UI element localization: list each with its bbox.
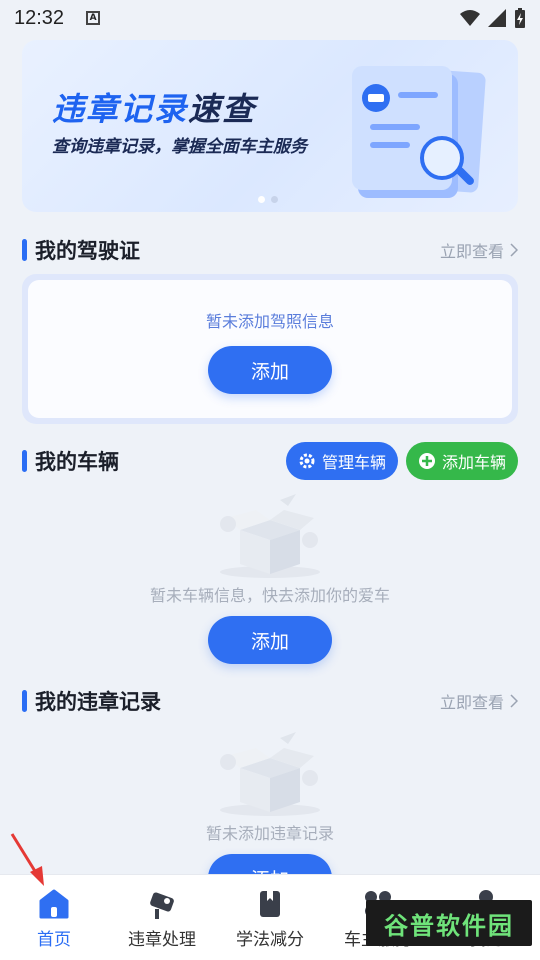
violation-section-title: 我的违章记录 <box>35 690 161 714</box>
license-empty-text: 暂未添加驾照信息 <box>205 312 334 331</box>
manage-vehicles-button[interactable]: 管理车辆 <box>285 442 398 480</box>
vehicle-empty-state: 暂未车辆信息，快去添加你的爱车 添加 <box>0 490 540 664</box>
status-time: 12:32 <box>14 6 65 29</box>
add-license-button[interactable]: 添加 <box>208 346 332 394</box>
banner-title-blue: 违章记录 <box>52 90 189 128</box>
home-icon <box>39 889 69 919</box>
manage-vehicles-label: 管理车辆 <box>321 453 386 472</box>
banner-pagination <box>258 196 278 203</box>
tab-home-label: 首页 <box>37 930 71 950</box>
banner-subtitle: 查询违章记录，掌握全面车主服务 <box>52 137 307 157</box>
gear-icon <box>299 453 315 469</box>
vehicle-actions: 管理车辆 添加车辆 <box>285 442 518 480</box>
license-card-inner: 暂未添加驾照信息 添加 <box>28 280 512 418</box>
violation-section-header: 我的违章记录 立即查看 <box>22 686 518 716</box>
add-vehicle-button[interactable]: 添加 <box>208 616 332 664</box>
add-vehicle-top-button[interactable]: 添加车辆 <box>405 442 518 480</box>
document-search-illustration-icon <box>352 66 486 198</box>
license-section-title: 我的驾驶证 <box>35 239 140 263</box>
banner-title: 违章记录速查 <box>52 84 256 130</box>
tab-study-law-label: 学法减分 <box>236 930 304 950</box>
violation-empty-text: 暂未添加违章记录 <box>205 824 334 843</box>
banner-title-dark: 速查 <box>188 90 257 128</box>
section-accent-bar <box>22 690 27 712</box>
annotation-arrow-icon <box>10 833 44 886</box>
watermark-logo: 谷普软件园 <box>366 900 532 946</box>
tab-violation-handling[interactable]: 违章处理 <box>108 875 216 960</box>
chevron-right-icon <box>510 694 518 708</box>
vehicle-section-title: 我的车辆 <box>35 450 119 474</box>
book-icon <box>260 891 280 917</box>
status-icons <box>460 8 526 28</box>
promo-banner[interactable]: 违章记录速查 查询违章记录，掌握全面车主服务 <box>22 40 518 212</box>
violation-view-more-link[interactable]: 立即查看 <box>440 689 518 713</box>
tab-study-law[interactable]: 学法减分 <box>216 875 324 960</box>
signal-icon <box>488 9 506 27</box>
section-accent-bar <box>22 239 27 261</box>
keyboard-indicator-icon: A <box>86 11 101 25</box>
vehicle-section-header: 我的车辆 管理车辆 添加车辆 <box>22 442 518 480</box>
view-more-label: 立即查看 <box>439 693 504 712</box>
license-card: 暂未添加驾照信息 添加 <box>22 274 518 424</box>
status-bar: 12:32 A <box>0 0 540 36</box>
chevron-right-icon <box>510 243 518 257</box>
empty-box-icon <box>220 732 320 816</box>
tab-violation-handling-label: 违章处理 <box>128 930 196 950</box>
vehicle-empty-text: 暂未车辆信息，快去添加你的爱车 <box>149 586 390 605</box>
battery-icon <box>515 8 525 28</box>
license-view-more-link[interactable]: 立即查看 <box>440 238 518 262</box>
pagination-dot <box>271 196 278 203</box>
license-section-header: 我的驾驶证 立即查看 <box>22 235 518 265</box>
empty-box-icon <box>220 494 320 578</box>
pagination-dot-active <box>258 196 265 203</box>
section-accent-bar <box>22 450 27 472</box>
camera-icon <box>150 892 174 919</box>
add-vehicle-label: 添加车辆 <box>441 453 506 472</box>
plus-circle-icon <box>418 453 435 469</box>
view-more-label: 立即查看 <box>439 242 504 261</box>
wifi-icon <box>460 10 480 26</box>
